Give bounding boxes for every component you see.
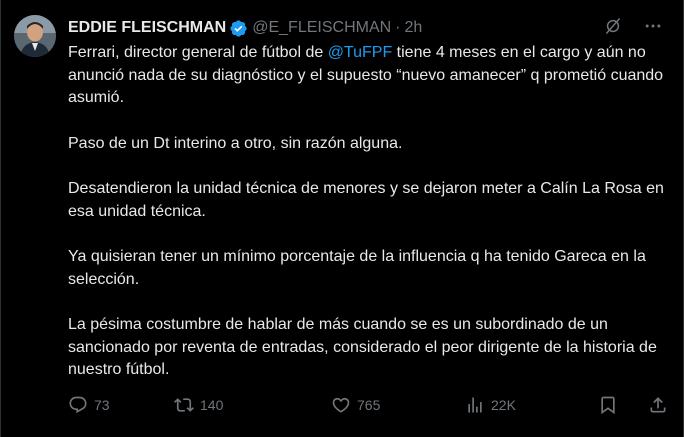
heart-icon [332, 397, 350, 413]
avatar[interactable] [14, 15, 56, 57]
display-name[interactable]: EDDIE FLEISCHMAN [68, 19, 226, 37]
bookmark-icon [601, 396, 615, 415]
tweet-timestamp[interactable]: 2h [405, 19, 423, 37]
view-count: 22K [491, 397, 516, 413]
retweet-icon [174, 398, 194, 412]
grok-icon[interactable] [603, 16, 623, 41]
paragraph-text: Ferrari, director general de fútbol de [68, 44, 328, 61]
retweet-count: 140 [200, 397, 224, 413]
header-actions [603, 16, 663, 41]
views-chart-icon [468, 397, 482, 413]
views-button[interactable]: 22K [465, 395, 516, 415]
reply-icon [69, 396, 87, 414]
mention-link[interactable]: @TuFPF [328, 44, 393, 61]
avatar-image [14, 15, 56, 57]
more-options-icon[interactable] [643, 16, 663, 41]
share-button[interactable] [648, 395, 668, 415]
tweet-paragraph: Ferrari, director general de fútbol de @… [68, 42, 668, 110]
bookmark-button[interactable] [598, 395, 618, 415]
share-icon [650, 397, 666, 413]
user-handle[interactable]: @E_FLEISCHMAN [252, 19, 391, 37]
tweet-paragraph: Paso de un Dt interino a otro, sin razón… [68, 134, 403, 152]
tweet-paragraph: Ya quisieran tener un mínimo porcentaje … [68, 248, 651, 288]
like-count: 765 [357, 397, 381, 413]
tweet-paragraph: La pésima costumbre de hablar de más cua… [68, 316, 662, 378]
verified-badge-icon[interactable] [229, 19, 248, 38]
separator-dot: · [395, 19, 401, 36]
tweet-actions: 73 140 765 22K [68, 393, 668, 417]
tweet-text: Ferrari, director general de fútbol de @… [68, 42, 668, 405]
retweet-button[interactable]: 140 [174, 395, 223, 415]
reply-button[interactable]: 73 [68, 395, 110, 415]
like-button[interactable]: 765 [331, 395, 380, 415]
tweet-paragraph: Desatendieron la unidad técnica de menor… [68, 180, 669, 220]
tweet-header: EDDIE FLEISCHMAN @E_FLEISCHMAN · 2h [68, 17, 663, 39]
reply-count: 73 [94, 397, 110, 413]
tweet-card[interactable]: EDDIE FLEISCHMAN @E_FLEISCHMAN · 2h Ferr… [0, 0, 684, 437]
